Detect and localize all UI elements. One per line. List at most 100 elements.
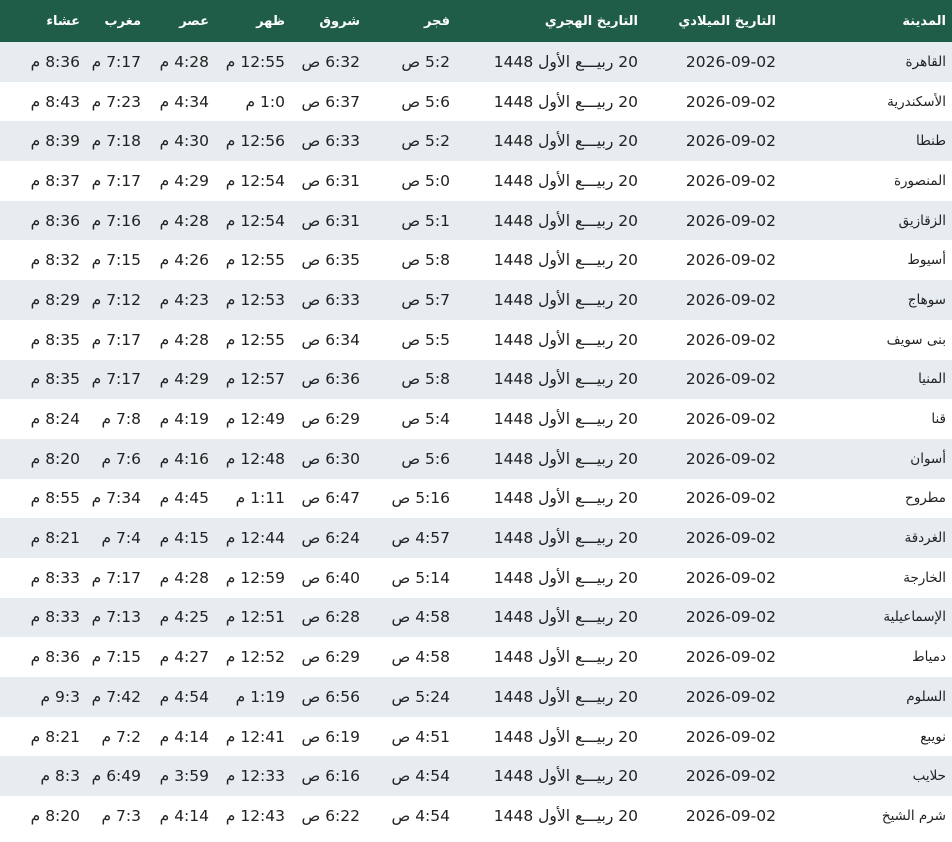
cell-hijri-date: 20 ربيـــع الأول 1448 bbox=[456, 42, 644, 82]
cell-gregorian-date: 2026-09-02 bbox=[644, 200, 782, 241]
cell-maghrib: 7:16 م bbox=[86, 200, 147, 241]
cell-dhuhr: 12:51 م bbox=[215, 597, 291, 638]
cell-shuruq: 6:16 ص bbox=[291, 756, 366, 797]
table-row: الإسماعيلية 2026-09-02 20 ربيـــع الأول 14… bbox=[0, 597, 952, 638]
cell-asr: 4:14 م bbox=[147, 716, 215, 757]
cell-maghrib: 7:4 م bbox=[86, 518, 147, 558]
table-body: القاهرة 2026-09-02 20 ربيـــع الأول 1448 5:… bbox=[0, 42, 952, 836]
cell-dhuhr: 12:56 م bbox=[215, 121, 291, 162]
cell-city: المنيا bbox=[782, 359, 952, 400]
cell-isha: 8:20 م bbox=[0, 796, 86, 836]
cell-asr: 4:23 م bbox=[147, 280, 215, 320]
cell-dhuhr: 12:48 م bbox=[215, 438, 291, 479]
cell-fajr: 5:6 ص bbox=[366, 81, 456, 122]
cell-isha: 8:29 م bbox=[0, 280, 86, 320]
table-row: أسيوط 2026-09-02 20 ربيـــع الأول 1448 5:8 … bbox=[0, 240, 952, 281]
cell-city: سوهاج bbox=[782, 280, 952, 320]
cell-isha: 8:24 م bbox=[0, 399, 86, 439]
cell-shuruq: 6:19 ص bbox=[291, 716, 366, 757]
cell-isha: 8:21 م bbox=[0, 518, 86, 558]
cell-hijri-date: 20 ربيـــع الأول 1448 bbox=[456, 200, 644, 241]
cell-asr: 4:54 م bbox=[147, 677, 215, 717]
cell-shuruq: 6:34 ص bbox=[291, 319, 366, 360]
cell-maghrib: 7:17 م bbox=[86, 319, 147, 360]
cell-city: الخارجة bbox=[782, 557, 952, 598]
cell-gregorian-date: 2026-09-02 bbox=[644, 319, 782, 360]
cell-isha: 8:20 م bbox=[0, 438, 86, 479]
header-asr: عصر bbox=[147, 0, 215, 42]
cell-fajr: 5:14 ص bbox=[366, 557, 456, 598]
cell-isha: 8:36 م bbox=[0, 42, 86, 82]
cell-shuruq: 6:37 ص bbox=[291, 81, 366, 122]
cell-hijri-date: 20 ربيـــع الأول 1448 bbox=[456, 280, 644, 320]
cell-city: الغردقة bbox=[782, 518, 952, 558]
cell-isha: 8:33 م bbox=[0, 597, 86, 638]
cell-maghrib: 7:23 م bbox=[86, 81, 147, 122]
cell-shuruq: 6:33 ص bbox=[291, 280, 366, 320]
cell-shuruq: 6:40 ص bbox=[291, 557, 366, 598]
header-hijri-date: التاريخ الهجري bbox=[456, 0, 644, 42]
cell-city: نويبع bbox=[782, 716, 952, 757]
cell-fajr: 5:2 ص bbox=[366, 121, 456, 162]
cell-dhuhr: 12:57 م bbox=[215, 359, 291, 400]
cell-gregorian-date: 2026-09-02 bbox=[644, 478, 782, 519]
cell-maghrib: 7:6 م bbox=[86, 438, 147, 479]
cell-asr: 4:45 م bbox=[147, 478, 215, 519]
cell-shuruq: 6:31 ص bbox=[291, 200, 366, 241]
cell-gregorian-date: 2026-09-02 bbox=[644, 438, 782, 479]
header-maghrib: مغرب bbox=[86, 0, 147, 42]
cell-maghrib: 7:17 م bbox=[86, 161, 147, 201]
cell-city: شرم الشيخ bbox=[782, 796, 952, 836]
table-row: السلوم 2026-09-02 20 ربيـــع الأول 1448 5:2… bbox=[0, 677, 952, 717]
cell-asr: 4:15 م bbox=[147, 518, 215, 558]
cell-hijri-date: 20 ربيـــع الأول 1448 bbox=[456, 478, 644, 519]
cell-asr: 4:19 م bbox=[147, 399, 215, 439]
table-row: بنى سويف 2026-09-02 20 ربيـــع الأول 1448 5… bbox=[0, 319, 952, 360]
cell-hijri-date: 20 ربيـــع الأول 1448 bbox=[456, 121, 644, 162]
table-row: أسوان 2026-09-02 20 ربيـــع الأول 1448 5:6 … bbox=[0, 438, 952, 479]
cell-asr: 4:27 م bbox=[147, 637, 215, 677]
cell-isha: 8:33 م bbox=[0, 557, 86, 598]
cell-hijri-date: 20 ربيـــع الأول 1448 bbox=[456, 637, 644, 677]
cell-isha: 8:35 م bbox=[0, 319, 86, 360]
cell-asr: 4:28 م bbox=[147, 319, 215, 360]
cell-fajr: 5:4 ص bbox=[366, 399, 456, 439]
header-fajr: فجر bbox=[366, 0, 456, 42]
cell-gregorian-date: 2026-09-02 bbox=[644, 81, 782, 122]
cell-city: السلوم bbox=[782, 677, 952, 717]
cell-dhuhr: 12:54 م bbox=[215, 200, 291, 241]
cell-dhuhr: 1:11 م bbox=[215, 478, 291, 519]
cell-maghrib: 7:13 م bbox=[86, 597, 147, 638]
cell-city: الأسكندرية bbox=[782, 81, 952, 122]
cell-maghrib: 7:17 م bbox=[86, 557, 147, 598]
cell-dhuhr: 12:55 م bbox=[215, 42, 291, 82]
cell-hijri-date: 20 ربيـــع الأول 1448 bbox=[456, 240, 644, 281]
header-city: المدينة bbox=[782, 0, 952, 42]
header-dhuhr: ظهر bbox=[215, 0, 291, 42]
cell-maghrib: 7:18 م bbox=[86, 121, 147, 162]
cell-city: الإسماعيلية bbox=[782, 597, 952, 638]
cell-asr: 4:16 م bbox=[147, 438, 215, 479]
cell-city: أسيوط bbox=[782, 240, 952, 281]
cell-asr: 4:28 م bbox=[147, 557, 215, 598]
cell-hijri-date: 20 ربيـــع الأول 1448 bbox=[456, 319, 644, 360]
table-row: المنيا 2026-09-02 20 ربيـــع الأول 1448 5:8… bbox=[0, 359, 952, 400]
cell-shuruq: 6:28 ص bbox=[291, 597, 366, 638]
table-header: المدينة التاريخ الميلادي التاريخ الهجري … bbox=[0, 0, 952, 42]
cell-gregorian-date: 2026-09-02 bbox=[644, 518, 782, 558]
table-row: سوهاج 2026-09-02 20 ربيـــع الأول 1448 5:7 … bbox=[0, 280, 952, 320]
table-row: قنا 2026-09-02 20 ربيـــع الأول 1448 5:4 ص6… bbox=[0, 399, 952, 439]
cell-asr: 4:26 م bbox=[147, 240, 215, 281]
cell-hijri-date: 20 ربيـــع الأول 1448 bbox=[456, 81, 644, 122]
cell-isha: 8:43 م bbox=[0, 81, 86, 122]
cell-hijri-date: 20 ربيـــع الأول 1448 bbox=[456, 557, 644, 598]
cell-dhuhr: 12:55 م bbox=[215, 240, 291, 281]
cell-city: بنى سويف bbox=[782, 319, 952, 360]
cell-asr: 3:59 م bbox=[147, 756, 215, 797]
cell-asr: 4:34 م bbox=[147, 81, 215, 122]
cell-city: المنصورة bbox=[782, 161, 952, 201]
cell-asr: 4:30 م bbox=[147, 121, 215, 162]
cell-asr: 4:25 م bbox=[147, 597, 215, 638]
cell-gregorian-date: 2026-09-02 bbox=[644, 557, 782, 598]
cell-shuruq: 6:36 ص bbox=[291, 359, 366, 400]
